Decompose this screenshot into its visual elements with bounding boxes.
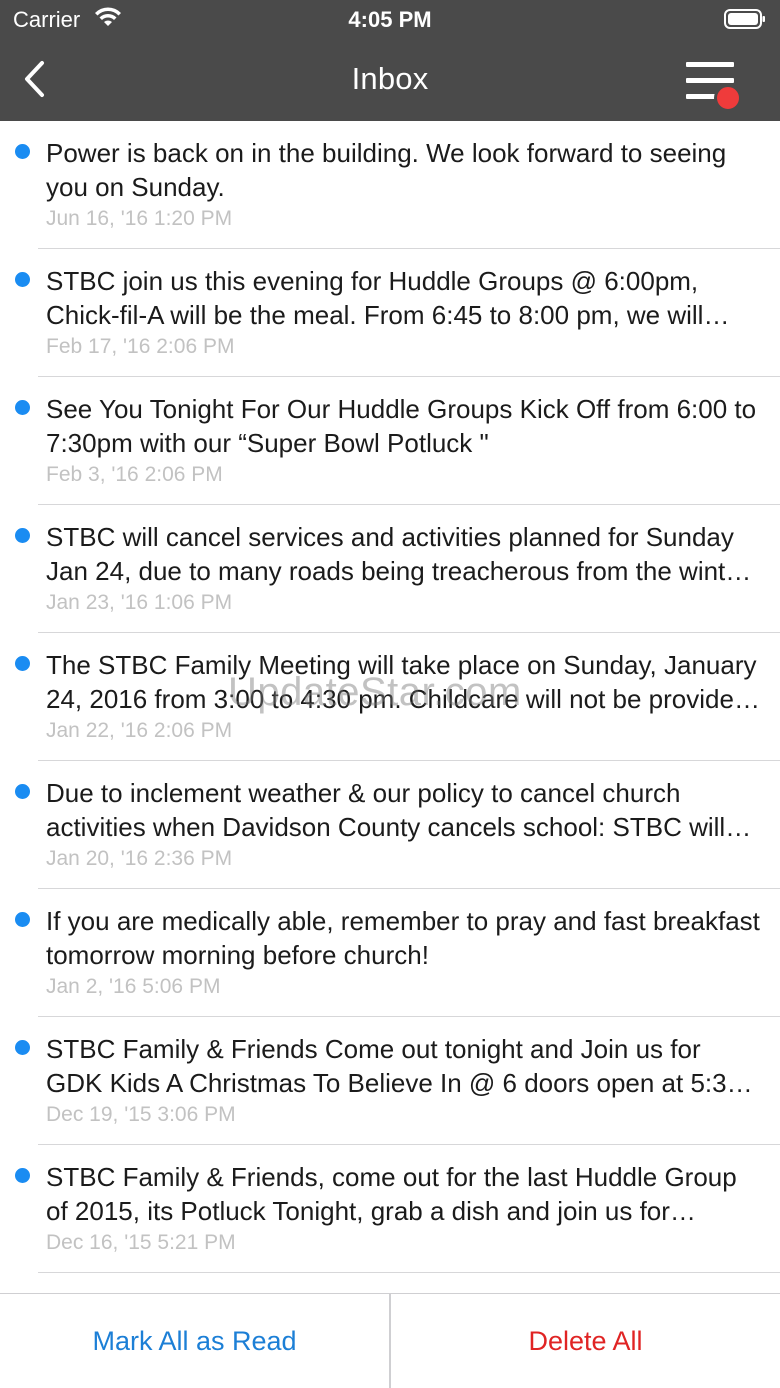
message-text: STBC Family & Friends, come out for the … xyxy=(46,1162,737,1226)
unread-dot-icon xyxy=(15,656,30,671)
message-item[interactable]: If you are medically able, remember to p… xyxy=(0,889,780,1017)
message-item[interactable]: STBC Family & Friends Come out tonight a… xyxy=(0,1017,780,1145)
unread-dot-icon xyxy=(15,912,30,927)
message-date: Jan 22, '16 2:06 PM xyxy=(46,719,233,742)
hamburger-line xyxy=(686,78,734,83)
battery-icon xyxy=(724,9,765,29)
unread-dot-icon xyxy=(15,528,30,543)
unread-dot-icon xyxy=(15,784,30,799)
message-text: STBC Family & Friends Come out tonight a… xyxy=(46,1034,742,1098)
status-time: 4:05 PM xyxy=(348,7,432,32)
message-text: Power is back on in the building. We loo… xyxy=(46,138,727,202)
message-item[interactable]: STBC join us this evening for Huddle Gro… xyxy=(0,249,780,377)
message-date: Feb 17, '16 2:06 PM xyxy=(46,335,235,358)
message-item[interactable]: The STBC Family Meeting will take place … xyxy=(0,633,780,761)
message-text: STBC join us this evening for Huddle Gro… xyxy=(46,266,704,330)
delete-all-button[interactable]: Delete All xyxy=(391,1294,780,1388)
message-item[interactable]: Power is back on in the building. We loo… xyxy=(0,121,780,249)
message-date: Jan 2, '16 5:06 PM xyxy=(46,975,221,998)
unread-dot-icon xyxy=(15,144,30,159)
message-list: Power is back on in the building. We loo… xyxy=(0,121,780,1293)
mark-all-read-button[interactable]: Mark All as Read xyxy=(0,1294,389,1388)
message-text: Due to inclement weather & our policy to… xyxy=(46,778,726,842)
message-text: See You Tonight For Our Huddle Groups Ki… xyxy=(46,394,757,458)
hamburger-menu-icon xyxy=(686,62,734,67)
message-date: Jun 16, '16 1:20 PM xyxy=(46,207,233,230)
message-item[interactable]: Due to inclement weather & our policy to… xyxy=(0,761,780,889)
unread-dot-icon xyxy=(15,1040,30,1055)
message-text: If you are medically able, remember to p… xyxy=(46,906,760,970)
message-date: Jan 20, '16 2:36 PM xyxy=(46,847,233,870)
message-date: Dec 16, '15 5:21 PM xyxy=(46,1231,236,1254)
message-text: The STBC Family Meeting will take place … xyxy=(46,650,757,714)
menu-button[interactable] xyxy=(680,56,744,112)
page-title: Inbox xyxy=(351,61,429,96)
message-item[interactable]: STBC Family & Friends, come out for the … xyxy=(0,1145,780,1273)
message-item[interactable]: STBC will cancel services and activities… xyxy=(0,505,780,633)
unread-dot-icon xyxy=(15,272,30,287)
navigation-bar: Inbox xyxy=(0,40,780,121)
status-bar: Carrier 4:05 PM xyxy=(0,0,780,40)
message-date: Feb 3, '16 2:06 PM xyxy=(46,463,223,486)
unread-dot-icon xyxy=(15,1168,30,1183)
unread-dot-icon xyxy=(15,400,30,415)
message-text: STBC will cancel services and activities… xyxy=(46,522,749,586)
message-item[interactable]: See You Tonight For Our Huddle Groups Ki… xyxy=(0,377,780,505)
message-date: Jan 23, '16 1:06 PM xyxy=(46,591,233,614)
message-date: Dec 19, '15 3:06 PM xyxy=(46,1103,236,1126)
bottom-action-bar: Mark All as Read Delete All xyxy=(0,1293,780,1388)
notification-badge xyxy=(714,84,742,112)
